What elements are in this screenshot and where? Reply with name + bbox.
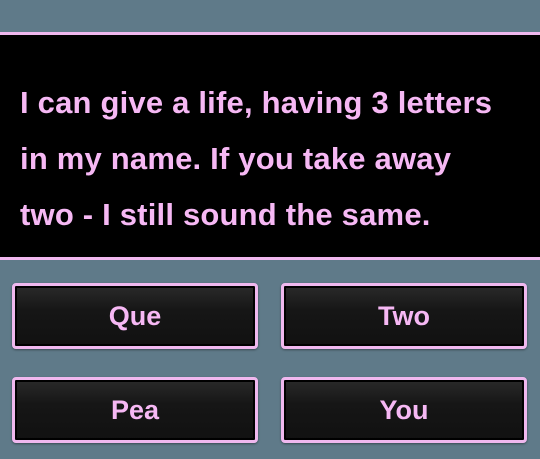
answer-label: You	[379, 394, 429, 425]
question-text: I can give a life, having 3 letters in m…	[20, 75, 520, 243]
answer-button-que[interactable]: Que	[12, 283, 258, 349]
question-line-1: I can give a life, having 3 letters	[20, 85, 493, 120]
answer-label: Two	[378, 300, 430, 331]
answer-label: Que	[108, 300, 162, 331]
question-line-3: two - I still sound the same.	[20, 197, 431, 232]
answer-label: Pea	[110, 394, 160, 425]
question-line-2: in my name. If you take away	[20, 141, 452, 176]
answer-button-pea[interactable]: Pea	[12, 377, 258, 443]
answer-button-you[interactable]: You	[281, 377, 527, 443]
answer-button-two[interactable]: Two	[281, 283, 527, 349]
question-panel: I can give a life, having 3 letters in m…	[0, 32, 540, 260]
